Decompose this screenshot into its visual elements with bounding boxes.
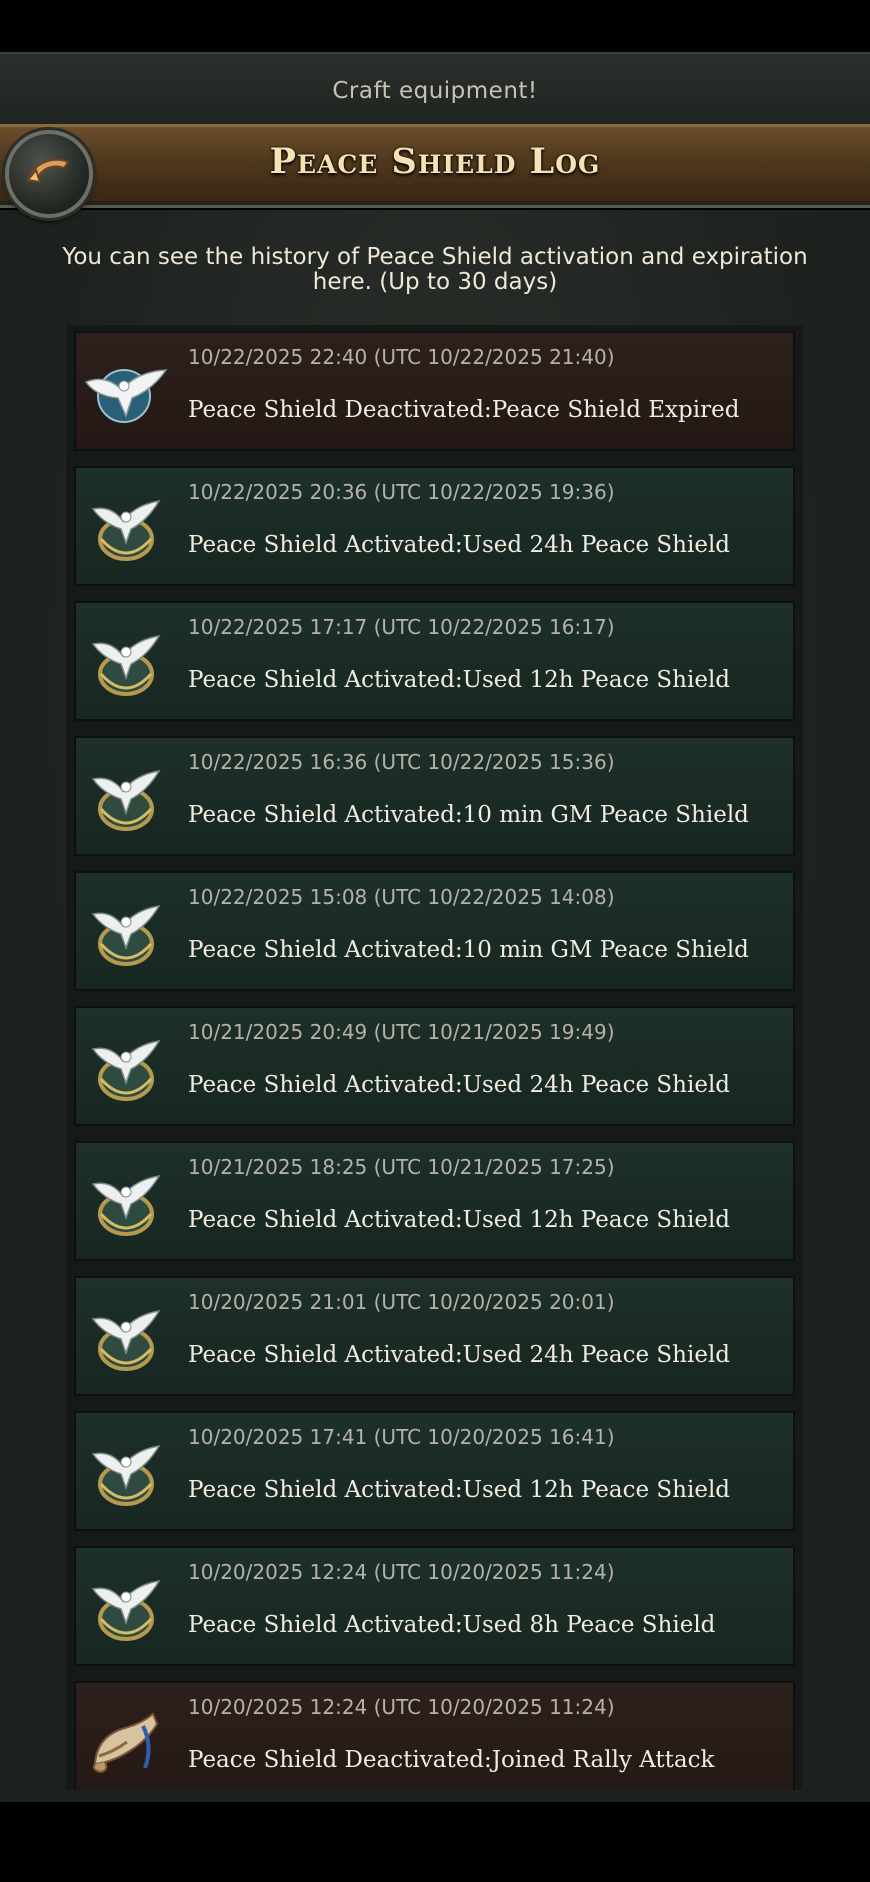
log-entry: 10/22/2025 15:08 (UTC 10/22/2025 14:08) P… (74, 871, 795, 991)
entry-message: Peace Shield Activated:Used 24h Peace Sh… (188, 1072, 731, 1098)
war-horn-icon (84, 1705, 168, 1781)
entry-timestamp: 10/21/2025 18:25 (UTC 10/21/2025 17:25) (188, 1155, 615, 1179)
entry-timestamp: 10/22/2025 15:08 (UTC 10/22/2025 14:08) (188, 885, 615, 909)
log-entry: 10/20/2025 12:24 (UTC 10/20/2025 11:24) P… (74, 1681, 795, 1790)
entry-message: Peace Shield Activated:Used 8h Peace Shi… (188, 1612, 716, 1638)
dove-shield-icon (84, 1435, 168, 1511)
dove-shield-icon (84, 1300, 168, 1376)
log-entry: 10/22/2025 20:36 (UTC 10/22/2025 19:36) P… (74, 466, 795, 586)
log-entry: 10/21/2025 18:25 (UTC 10/21/2025 17:25) P… (74, 1141, 795, 1261)
log-entry: 10/21/2025 20:49 (UTC 10/21/2025 19:49) P… (74, 1006, 795, 1126)
dove-shield-icon (84, 1570, 168, 1646)
dove-shield-icon (84, 895, 168, 971)
log-entry: 10/20/2025 12:24 (UTC 10/20/2025 11:24) P… (74, 1546, 795, 1666)
log-entry: 10/20/2025 21:01 (UTC 10/20/2025 20:01) P… (74, 1276, 795, 1396)
entry-message: Peace Shield Deactivated:Joined Rally At… (188, 1747, 715, 1773)
log-list[interactable]: 10/22/2025 22:40 (UTC 10/22/2025 21:40) P… (66, 325, 803, 1790)
entry-message: Peace Shield Activated:10 min GM Peace S… (188, 802, 749, 828)
dove-globe-icon (84, 355, 168, 431)
entry-message: Peace Shield Deactivated:Peace Shield Ex… (188, 397, 740, 423)
log-entry: 10/20/2025 17:41 (UTC 10/20/2025 16:41) P… (74, 1411, 795, 1531)
log-entry: 10/22/2025 16:36 (UTC 10/22/2025 15:36) P… (74, 736, 795, 856)
entry-message: Peace Shield Activated:Used 24h Peace Sh… (188, 1342, 731, 1368)
navigation-bar (0, 1802, 870, 1882)
entry-timestamp: 10/22/2025 17:17 (UTC 10/22/2025 16:17) (188, 615, 615, 639)
log-entry: 10/22/2025 17:17 (UTC 10/22/2025 16:17) P… (74, 601, 795, 721)
entry-timestamp: 10/20/2025 12:24 (UTC 10/20/2025 11:24) (188, 1560, 615, 1584)
status-bar (0, 0, 870, 52)
title-bar: Peace Shield Log (0, 124, 870, 205)
log-entry: 10/22/2025 22:40 (UTC 10/22/2025 21:40) P… (74, 331, 795, 451)
entry-timestamp: 10/20/2025 12:24 (UTC 10/20/2025 11:24) (188, 1695, 615, 1719)
entry-timestamp: 10/20/2025 21:01 (UTC 10/20/2025 20:01) (188, 1290, 615, 1314)
entry-message: Peace Shield Activated:10 min GM Peace S… (188, 937, 749, 963)
dove-shield-icon (84, 625, 168, 701)
entry-message: Peace Shield Activated:Used 24h Peace Sh… (188, 532, 731, 558)
entry-message: Peace Shield Activated:Used 12h Peace Sh… (188, 1477, 731, 1503)
banner-text: Craft equipment! (332, 77, 538, 104)
back-arrow-icon (24, 152, 74, 196)
entry-timestamp: 10/22/2025 16:36 (UTC 10/22/2025 15:36) (188, 750, 615, 774)
entry-message: Peace Shield Activated:Used 12h Peace Sh… (188, 1207, 731, 1233)
top-banner[interactable]: Craft equipment! (0, 52, 870, 127)
dove-shield-icon (84, 1030, 168, 1106)
dove-shield-icon (84, 760, 168, 836)
dove-shield-icon (84, 490, 168, 566)
page-title: Peace Shield Log (269, 141, 601, 182)
entry-timestamp: 10/20/2025 17:41 (UTC 10/20/2025 16:41) (188, 1425, 615, 1449)
entry-timestamp: 10/21/2025 20:49 (UTC 10/21/2025 19:49) (188, 1020, 615, 1044)
entry-timestamp: 10/22/2025 20:36 (UTC 10/22/2025 19:36) (188, 480, 615, 504)
entry-message: Peace Shield Activated:Used 12h Peace Sh… (188, 667, 731, 693)
back-button[interactable] (5, 130, 93, 218)
dove-shield-icon (84, 1165, 168, 1241)
log-description: You can see the history of Peace Shield … (62, 244, 808, 295)
entry-timestamp: 10/22/2025 22:40 (UTC 10/22/2025 21:40) (188, 345, 615, 369)
